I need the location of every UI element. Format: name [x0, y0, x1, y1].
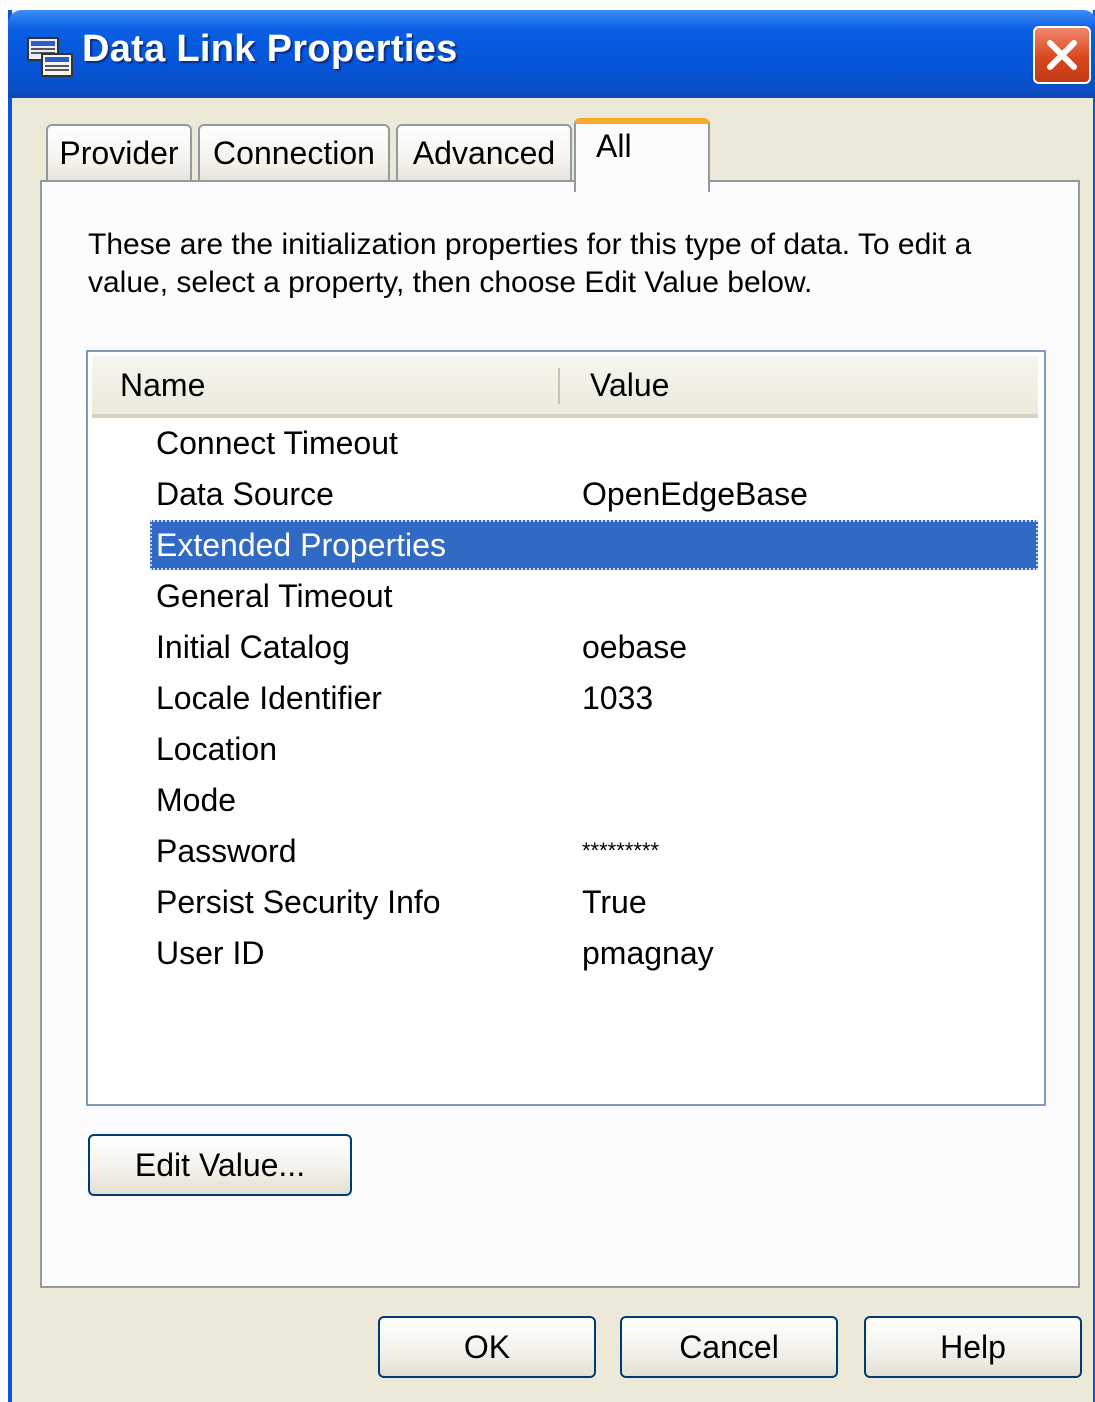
property-name: General Timeout — [156, 578, 393, 614]
property-name: Data Source — [156, 476, 334, 512]
property-value: ********* — [582, 838, 660, 863]
property-row[interactable]: Data Source OpenEdgeBase — [150, 469, 1038, 519]
properties-list[interactable]: Name Value Connect Timeout Data Source O… — [86, 350, 1046, 1106]
ok-button[interactable]: OK — [378, 1316, 596, 1378]
property-name: Extended Properties — [156, 527, 446, 563]
description-text: These are the initialization properties … — [88, 228, 972, 299]
tab-all[interactable]: All — [574, 118, 710, 192]
property-row[interactable]: Password ********* — [150, 826, 1038, 876]
property-name: Locale Identifier — [156, 680, 382, 716]
help-button[interactable]: Help — [864, 1316, 1082, 1378]
property-name: User ID — [156, 935, 265, 971]
property-row[interactable]: Connect Timeout — [150, 418, 1038, 468]
property-row[interactable]: Persist Security Info True — [150, 877, 1038, 927]
tab-panel-all: These are the initialization properties … — [40, 180, 1080, 1288]
property-name: Connect Timeout — [156, 425, 398, 461]
column-divider[interactable] — [558, 368, 560, 404]
property-row[interactable]: Mode — [150, 775, 1038, 825]
property-name: Password — [156, 833, 297, 869]
window-title: Data Link Properties — [82, 28, 458, 70]
property-row[interactable]: User ID pmagnay — [150, 928, 1038, 978]
title-bar[interactable]: Data Link Properties — [8, 10, 1095, 98]
close-button[interactable] — [1033, 26, 1091, 84]
property-row[interactable]: Initial Catalog oebase — [150, 622, 1038, 672]
property-row[interactable]: Location — [150, 724, 1038, 774]
tab-advanced[interactable]: Advanced — [396, 124, 572, 182]
tab-connection[interactable]: Connection — [198, 124, 390, 182]
edit-value-button[interactable]: Edit Value... — [88, 1134, 352, 1196]
cancel-button[interactable]: Cancel — [620, 1316, 838, 1378]
property-value: True — [582, 884, 647, 920]
property-name: Location — [156, 731, 277, 767]
property-name: Persist Security Info — [156, 884, 441, 920]
property-value: oebase — [582, 629, 687, 665]
column-header-name[interactable]: Name — [120, 356, 556, 414]
tab-provider[interactable]: Provider — [46, 124, 192, 182]
property-row[interactable]: Locale Identifier 1033 — [150, 673, 1038, 723]
close-icon — [1047, 40, 1077, 70]
dialog-window: Data Link Properties Provider Connection… — [8, 10, 1095, 1402]
data-link-icon — [26, 36, 76, 80]
property-name: Initial Catalog — [156, 629, 350, 665]
list-header: Name Value — [92, 356, 1038, 418]
property-value: 1033 — [582, 680, 654, 716]
property-row-selected[interactable]: Extended Properties — [150, 520, 1038, 570]
property-name: Mode — [156, 782, 237, 818]
property-value: pmagnay — [582, 935, 714, 971]
column-header-value[interactable]: Value — [590, 356, 1030, 414]
property-row[interactable]: General Timeout — [150, 571, 1038, 621]
property-value: OpenEdgeBase — [582, 476, 808, 512]
